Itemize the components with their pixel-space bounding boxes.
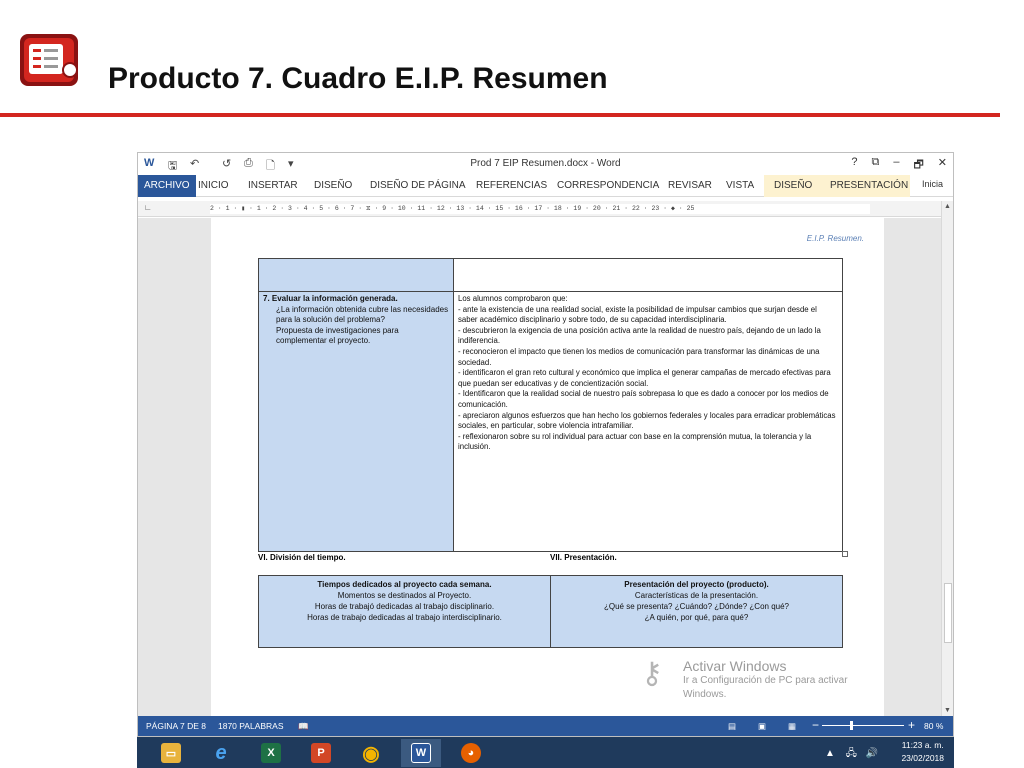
- watermark-title: Activar Windows: [683, 658, 787, 674]
- table-cell-empty-left[interactable]: [258, 258, 454, 292]
- document-page[interactable]: E.I.P. Resumen. 7. Evaluar la informació…: [211, 218, 884, 716]
- time-line-1: Momentos se destinados al Proyecto.: [337, 591, 472, 600]
- zoom-level[interactable]: 80 %: [924, 721, 943, 731]
- clock-date: 23/02/2018: [901, 753, 944, 763]
- taskbar-powerpoint[interactable]: P: [301, 739, 341, 767]
- network-icon[interactable]: 🖧: [846, 748, 857, 759]
- tab-referencias[interactable]: REFERENCIAS: [472, 175, 551, 197]
- system-tray-icons: ▲ 🖧 🔊: [825, 746, 878, 763]
- taskbar-excel[interactable]: X: [251, 739, 291, 767]
- tab-table-diseno[interactable]: DISEÑO: [764, 175, 823, 197]
- document-area: E.I.P. Resumen. 7. Evaluar la informació…: [138, 218, 941, 716]
- taskbar-word[interactable]: W: [401, 739, 441, 767]
- zoom-out-button[interactable]: −: [812, 718, 819, 732]
- taskbar-firefox[interactable]: ◕: [451, 739, 491, 767]
- question-cell[interactable]: 7. Evaluar la información generada. ¿La …: [258, 291, 454, 552]
- scrollbar-thumb[interactable]: [944, 583, 952, 643]
- print-layout-icon[interactable]: ▣: [758, 721, 766, 732]
- scroll-down-icon[interactable]: ▼: [944, 707, 951, 714]
- presentation-title: Presentación del proyecto (producto).: [624, 580, 769, 589]
- zoom-slider[interactable]: [822, 725, 904, 726]
- tab-diseno-pagina[interactable]: DISEÑO DE PÁGINA: [366, 175, 470, 197]
- time-cell[interactable]: Tiempos dedicados al proyecto cada seman…: [258, 575, 551, 648]
- help-button[interactable]: ?: [851, 156, 857, 175]
- watermark-line-2: Windows.: [683, 689, 727, 700]
- time-presentation-table: Tiempos dedicados al proyecto cada seman…: [258, 575, 843, 648]
- time-title: Tiempos dedicados al proyecto cada seman…: [317, 580, 492, 589]
- time-line-3: Horas de trabajo dedicadas al trabajo in…: [307, 613, 502, 622]
- key-icon: ⚷: [641, 657, 663, 690]
- presentation-line-1: Características de la presentación.: [634, 591, 759, 600]
- horizontal-ruler[interactable]: ∟ 2 · 1 · ▮ · 1 · 2 · 3 · 4 · 5 · 6 · 7 …: [138, 201, 953, 217]
- zoom-in-button[interactable]: +: [908, 718, 915, 732]
- word-titlebar: W 🖫 ↶ ↺ ⎙ 🗋 ▾ Prod 7 EIP Resumen.docx - …: [138, 153, 953, 175]
- close-button[interactable]: ✕: [938, 156, 947, 175]
- volume-icon[interactable]: 🔊: [866, 748, 878, 759]
- clock[interactable]: 11:23 a. m. 23/02/2018: [901, 739, 944, 765]
- tab-insertar[interactable]: INSERTAR: [244, 175, 302, 197]
- word-count[interactable]: 1870 PALABRAS: [218, 721, 284, 731]
- status-bar: PÁGINA 7 DE 8 1870 PALABRAS 📖 ▤ ▣ ▦ − + …: [138, 716, 953, 736]
- ribbon-display-button[interactable]: ⧉: [871, 156, 879, 175]
- tab-inicio[interactable]: INICIO: [194, 175, 233, 197]
- scroll-up-icon[interactable]: ▲: [944, 203, 951, 210]
- ribbon-tabs: ARCHIVO INICIO INSERTAR DISEÑO DISEÑO DE…: [138, 175, 953, 197]
- folder-icon: ▭: [161, 743, 181, 763]
- table-resize-handle[interactable]: [842, 551, 848, 557]
- read-mode-icon[interactable]: ▤: [728, 721, 736, 732]
- windows-taskbar: ▭ e X P ◉ W ◕ ▲ 🖧 🔊 11:23 a. m. 23/02/20…: [137, 737, 954, 768]
- taskbar-file-explorer[interactable]: ▭: [151, 739, 191, 767]
- answer-cell[interactable]: Los alumnos comprobaron que: - ante la e…: [453, 291, 843, 552]
- document-title: Prod 7 EIP Resumen.docx - Word: [470, 158, 621, 169]
- excel-icon: X: [261, 743, 281, 763]
- slide: Producto 7. Cuadro E.I.P. Resumen W 🖫 ↶ …: [0, 0, 1024, 768]
- table-cell-empty-right[interactable]: [453, 258, 843, 292]
- presentation-line-3: ¿A quién, por qué, para qué?: [644, 613, 749, 622]
- powerpoint-icon: P: [311, 743, 331, 763]
- taskbar-chrome[interactable]: ◉: [351, 739, 391, 767]
- vertical-scrollbar[interactable]: ▲ ▼: [941, 201, 953, 716]
- tab-correspondencia[interactable]: CORRESPONDENCIA: [553, 175, 663, 197]
- chrome-icon: ◉: [362, 742, 380, 765]
- tab-vista[interactable]: VISTA: [722, 175, 758, 197]
- tab-revisar[interactable]: REVISAR: [664, 175, 716, 197]
- title-divider: [0, 113, 1000, 117]
- proofing-icon[interactable]: 📖: [298, 721, 309, 732]
- presentation-cell[interactable]: Presentación del proyecto (producto). Ca…: [550, 575, 843, 648]
- web-layout-icon[interactable]: ▦: [788, 721, 796, 732]
- question-text: ¿La información obtenida cubre las neces…: [276, 304, 449, 346]
- page-indicator[interactable]: PÁGINA 7 DE 8: [146, 721, 206, 731]
- section-7-label: VII. Presentación.: [550, 553, 617, 562]
- tab-stop-selector-icon[interactable]: ∟: [144, 203, 152, 212]
- answer-text: Los alumnos comprobaron que: - ante la e…: [458, 294, 836, 452]
- firefox-icon: ◕: [461, 743, 481, 763]
- time-line-2: Horas de trabajó dedicadas al trabajo di…: [314, 602, 495, 611]
- zoom-slider-knob[interactable]: [850, 721, 853, 730]
- watermark-line-1: Ir a Configuración de PC para activar: [683, 675, 848, 686]
- word-icon: W: [411, 743, 431, 763]
- taskbar-internet-explorer[interactable]: e: [201, 739, 241, 767]
- ruler-numbers: 2 · 1 · ▮ · 1 · 2 · 3 · 4 · 5 · 6 · 7 · …: [210, 205, 695, 212]
- slide-title: Producto 7. Cuadro E.I.P. Resumen: [108, 62, 608, 95]
- sign-in-link[interactable]: Inicia: [918, 175, 947, 197]
- presentation-line-2: ¿Qué se presenta? ¿Cuándo? ¿Dónde? ¿Con …: [603, 602, 789, 611]
- eip-table: 7. Evaluar la información generada. ¿La …: [258, 258, 843, 552]
- eip-logo-icon: [20, 34, 78, 86]
- window-controls: ? ⧉ – 🗗 ✕: [851, 156, 947, 175]
- restore-button[interactable]: 🗗: [913, 156, 923, 175]
- tab-diseno[interactable]: DISEÑO: [310, 175, 356, 197]
- page-header: E.I.P. Resumen.: [806, 234, 864, 243]
- show-hidden-icons-icon[interactable]: ▲: [825, 748, 835, 759]
- internet-explorer-icon: e: [215, 741, 227, 764]
- question-title: 7. Evaluar la información generada.: [263, 294, 398, 303]
- clock-time: 11:23 a. m.: [901, 740, 944, 750]
- tab-presentacion[interactable]: PRESENTACIÓN: [822, 175, 910, 197]
- tab-archivo[interactable]: ARCHIVO: [138, 175, 196, 197]
- section-6-label: VI. División del tiempo.: [258, 553, 346, 562]
- minimize-button[interactable]: –: [893, 156, 899, 175]
- word-window: W 🖫 ↶ ↺ ⎙ 🗋 ▾ Prod 7 EIP Resumen.docx - …: [137, 152, 954, 737]
- activate-windows-watermark: ⚷ Activar Windows Ir a Configuración de …: [641, 657, 923, 702]
